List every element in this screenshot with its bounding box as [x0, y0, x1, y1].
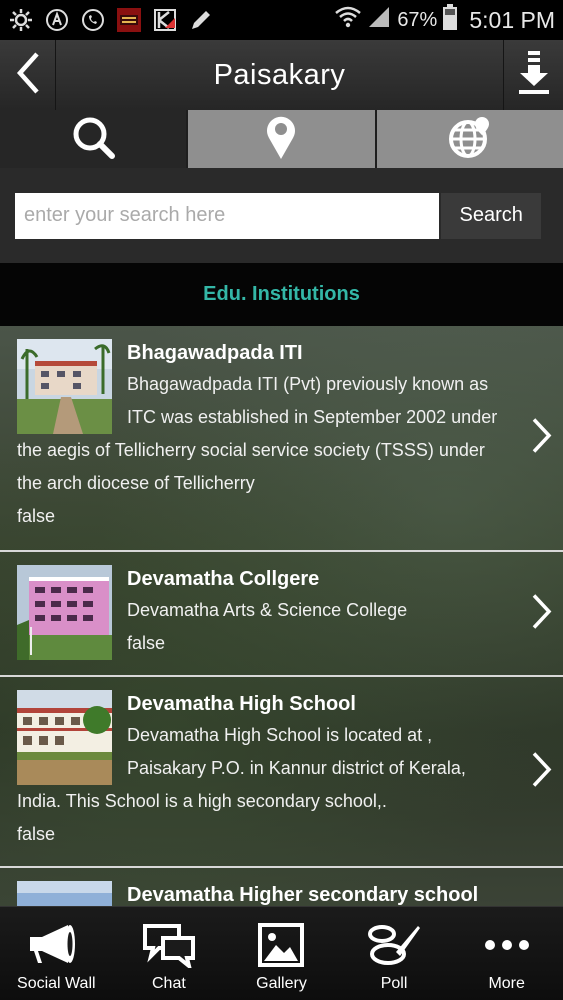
poll-icon: [366, 921, 422, 969]
list-item[interactable]: Devamatha Collgere Devamatha Arts & Scie…: [0, 550, 563, 675]
item-flag: false: [17, 824, 56, 844]
nav-more[interactable]: More: [450, 907, 563, 1000]
download-button[interactable]: [503, 40, 563, 110]
nav-label: Social Wall: [17, 975, 96, 992]
tab-globe[interactable]: [374, 110, 563, 168]
tab-search[interactable]: [0, 110, 187, 168]
list-item[interactable]: Devamatha High School Devamatha High Sch…: [0, 675, 563, 866]
search-button[interactable]: Search: [441, 192, 541, 239]
item-flag: false: [17, 506, 56, 526]
section-title: Edu. Institutions: [203, 283, 360, 305]
pencil-icon: [188, 7, 214, 33]
back-button[interactable]: [0, 40, 56, 110]
institution-thumbnail: [17, 339, 112, 434]
nav-label: More: [488, 975, 525, 992]
search-input[interactable]: [15, 192, 440, 239]
whatsapp-icon: [80, 7, 106, 33]
tab-map[interactable]: [186, 110, 375, 168]
battery-percent: 67%: [397, 8, 438, 31]
gallery-icon: [258, 921, 305, 969]
institution-thumbnail: [17, 565, 112, 660]
nav-label: Gallery: [256, 975, 307, 992]
bottom-navigation: Social Wall Chat Gallery Poll More: [0, 906, 563, 1000]
megaphone-icon: [28, 921, 84, 969]
list-item[interactable]: Bhagawadpada ITI Bhagawadpada ITI (Pvt) …: [0, 326, 563, 550]
nav-label: Chat: [151, 975, 186, 992]
wifi-icon: [335, 6, 362, 34]
map-pin-icon: [265, 114, 297, 165]
more-dots-icon: [484, 921, 530, 969]
page-title: Paisakary: [213, 58, 346, 91]
item-description-more: India. This School is a high secondary s…: [17, 791, 387, 811]
download-icon: [518, 50, 550, 100]
chevron-left-icon: [15, 51, 41, 100]
app-a-icon: [44, 7, 70, 33]
search-bar: Search: [0, 168, 563, 263]
chat-bubbles-icon: [141, 921, 197, 969]
chevron-right-icon: [531, 417, 553, 460]
nav-label: Poll: [380, 975, 408, 992]
app-header: Paisakary: [0, 40, 563, 110]
tab-bar: [0, 110, 563, 168]
chevron-right-icon: [531, 750, 553, 793]
signal-icon: [367, 6, 391, 34]
notification-icons: [8, 7, 214, 33]
list-item[interactable]: Devamatha Higher secondary school: [0, 866, 563, 906]
system-status: 67% 5:01 PM: [335, 4, 555, 36]
institution-thumbnail: [17, 881, 112, 906]
nav-gallery[interactable]: Gallery: [225, 907, 338, 1000]
search-icon: [71, 115, 116, 164]
app-red-icon: [116, 7, 142, 33]
app-k-icon: [152, 7, 178, 33]
globe-icon: [448, 115, 492, 164]
settings-gear-icon: [8, 7, 34, 33]
institution-list: Bhagawadpada ITI Bhagawadpada ITI (Pvt) …: [0, 326, 563, 906]
item-description-more: the aegis of Tellicherry social service …: [17, 440, 485, 493]
nav-social-wall[interactable]: Social Wall: [0, 907, 113, 1000]
battery-icon: [443, 4, 458, 36]
nav-poll[interactable]: Poll: [338, 907, 451, 1000]
clock: 5:01 PM: [469, 6, 555, 33]
institution-thumbnail: [17, 690, 112, 785]
status-bar: 67% 5:01 PM: [0, 0, 563, 40]
nav-chat[interactable]: Chat: [113, 907, 226, 1000]
section-header: Edu. Institutions: [0, 263, 563, 326]
chevron-right-icon: [531, 592, 553, 635]
